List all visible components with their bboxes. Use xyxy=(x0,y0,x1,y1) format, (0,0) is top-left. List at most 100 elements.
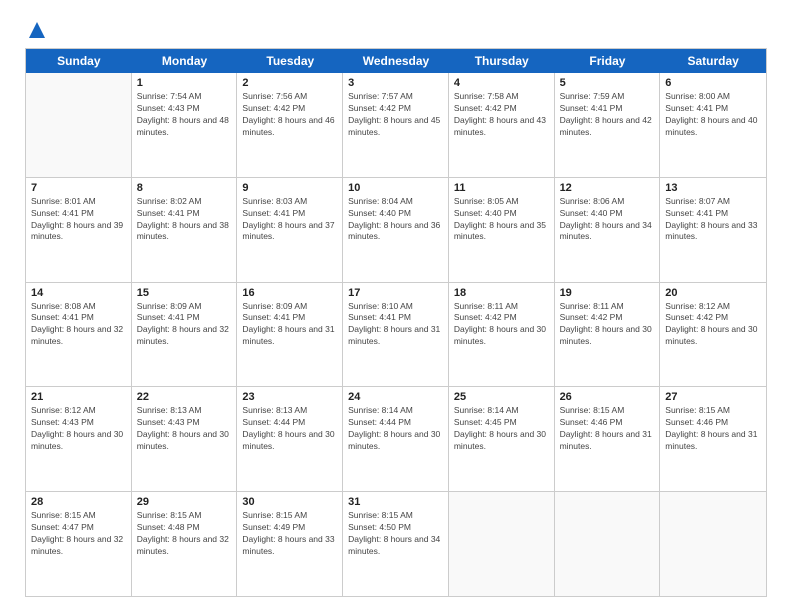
weekday-header: Friday xyxy=(555,49,661,73)
day-number: 23 xyxy=(242,391,337,403)
calendar-cell: 21 Sunrise: 8:12 AMSunset: 4:43 PMDayligh… xyxy=(26,387,132,491)
weekday-header: Tuesday xyxy=(237,49,343,73)
calendar-cell xyxy=(26,73,132,177)
calendar-page: SundayMondayTuesdayWednesdayThursdayFrid… xyxy=(0,0,792,612)
calendar-cell: 4Sunrise: 7:58 AMSunset: 4:42 PMDaylight… xyxy=(449,73,555,177)
day-info: Sunrise: 8:08 AMSunset: 4:41 PMDaylight:… xyxy=(31,301,126,349)
logo-icon xyxy=(27,20,47,40)
day-number: 18 xyxy=(454,287,549,299)
day-info: Sunrise: 7:54 AMSunset: 4:43 PMDaylight:… xyxy=(137,91,232,139)
calendar-cell: 25 Sunrise: 8:14 AMSunset: 4:45 PMDayligh… xyxy=(449,387,555,491)
day-info: Sunrise: 7:58 AMSunset: 4:42 PMDaylight:… xyxy=(454,91,549,139)
weekday-header: Saturday xyxy=(660,49,766,73)
day-info: Sunrise: 8:04 AMSunset: 4:40 PMDaylight:… xyxy=(348,196,443,244)
day-number: 3 xyxy=(348,77,443,89)
calendar-cell: 15 Sunrise: 8:09 AMSunset: 4:41 PMDayligh… xyxy=(132,283,238,387)
day-info: Sunrise: 8:12 AMSunset: 4:43 PMDaylight:… xyxy=(31,405,126,453)
day-number: 27 xyxy=(665,391,761,403)
calendar-cell: 20 Sunrise: 8:12 AMSunset: 4:42 PMDayligh… xyxy=(660,283,766,387)
calendar-cell xyxy=(660,492,766,596)
calendar-cell: 27 Sunrise: 8:15 AMSunset: 4:46 PMDayligh… xyxy=(660,387,766,491)
day-number: 19 xyxy=(560,287,655,299)
day-number: 10 xyxy=(348,182,443,194)
day-info: Sunrise: 7:59 AMSunset: 4:41 PMDaylight:… xyxy=(560,91,655,139)
calendar-cell: 3Sunrise: 7:57 AMSunset: 4:42 PMDaylight… xyxy=(343,73,449,177)
calendar-cell xyxy=(449,492,555,596)
day-number: 31 xyxy=(348,496,443,508)
day-info: Sunrise: 8:05 AMSunset: 4:40 PMDaylight:… xyxy=(454,196,549,244)
calendar-body: 1 Sunrise: 7:54 AMSunset: 4:43 PMDaylight… xyxy=(26,73,766,596)
day-number: 8 xyxy=(137,182,232,194)
day-info: Sunrise: 8:00 AMSunset: 4:41 PMDaylight:… xyxy=(665,91,761,139)
calendar-cell: 12Sunrise: 8:06 AMSunset: 4:40 PMDayligh… xyxy=(555,178,661,282)
calendar-cell: 31Sunrise: 8:15 AMSunset: 4:50 PMDayligh… xyxy=(343,492,449,596)
calendar-cell: 19 Sunrise: 8:11 AMSunset: 4:42 PMDayligh… xyxy=(555,283,661,387)
day-info: Sunrise: 8:15 AMSunset: 4:47 PMDaylight:… xyxy=(31,510,126,558)
calendar-row: 14 Sunrise: 8:08 AMSunset: 4:41 PMDayligh… xyxy=(26,283,766,388)
day-info: Sunrise: 8:15 AMSunset: 4:46 PMDaylight:… xyxy=(665,405,761,453)
calendar-cell: 28 Sunrise: 8:15 AMSunset: 4:47 PMDayligh… xyxy=(26,492,132,596)
day-info: Sunrise: 8:01 AMSunset: 4:41 PMDaylight:… xyxy=(31,196,126,244)
day-number: 21 xyxy=(31,391,126,403)
day-number: 5 xyxy=(560,77,655,89)
day-info: Sunrise: 8:02 AMSunset: 4:41 PMDaylight:… xyxy=(137,196,232,244)
calendar-cell: 30 Sunrise: 8:15 AMSunset: 4:49 PMDayligh… xyxy=(237,492,343,596)
calendar-row: 1 Sunrise: 7:54 AMSunset: 4:43 PMDaylight… xyxy=(26,73,766,178)
calendar-cell: 18 Sunrise: 8:11 AMSunset: 4:42 PMDayligh… xyxy=(449,283,555,387)
calendar-cell xyxy=(555,492,661,596)
calendar-row: 28 Sunrise: 8:15 AMSunset: 4:47 PMDayligh… xyxy=(26,492,766,596)
calendar-cell: 14 Sunrise: 8:08 AMSunset: 4:41 PMDayligh… xyxy=(26,283,132,387)
day-info: Sunrise: 8:10 AMSunset: 4:41 PMDaylight:… xyxy=(348,301,443,349)
day-info: Sunrise: 8:11 AMSunset: 4:42 PMDaylight:… xyxy=(560,301,655,349)
calendar-row: 7 Sunrise: 8:01 AMSunset: 4:41 PMDaylight… xyxy=(26,178,766,283)
day-number: 25 xyxy=(454,391,549,403)
calendar-cell: 11Sunrise: 8:05 AMSunset: 4:40 PMDayligh… xyxy=(449,178,555,282)
calendar-cell: 1 Sunrise: 7:54 AMSunset: 4:43 PMDaylight… xyxy=(132,73,238,177)
day-info: Sunrise: 8:15 AMSunset: 4:48 PMDaylight:… xyxy=(137,510,232,558)
day-number: 22 xyxy=(137,391,232,403)
day-info: Sunrise: 8:14 AMSunset: 4:44 PMDaylight:… xyxy=(348,405,443,453)
day-number: 14 xyxy=(31,287,126,299)
day-number: 1 xyxy=(137,77,232,89)
day-info: Sunrise: 8:11 AMSunset: 4:42 PMDaylight:… xyxy=(454,301,549,349)
calendar-cell: 7 Sunrise: 8:01 AMSunset: 4:41 PMDaylight… xyxy=(26,178,132,282)
day-info: Sunrise: 8:13 AMSunset: 4:44 PMDaylight:… xyxy=(242,405,337,453)
calendar-header: SundayMondayTuesdayWednesdayThursdayFrid… xyxy=(26,49,766,73)
day-number: 9 xyxy=(242,182,337,194)
day-info: Sunrise: 8:09 AMSunset: 4:41 PMDaylight:… xyxy=(242,301,337,349)
day-number: 15 xyxy=(137,287,232,299)
day-info: Sunrise: 8:03 AMSunset: 4:41 PMDaylight:… xyxy=(242,196,337,244)
day-number: 12 xyxy=(560,182,655,194)
calendar-cell: 9 Sunrise: 8:03 AMSunset: 4:41 PMDaylight… xyxy=(237,178,343,282)
header xyxy=(25,20,767,36)
calendar-cell: 22 Sunrise: 8:13 AMSunset: 4:43 PMDayligh… xyxy=(132,387,238,491)
calendar-cell: 23 Sunrise: 8:13 AMSunset: 4:44 PMDayligh… xyxy=(237,387,343,491)
day-number: 20 xyxy=(665,287,761,299)
day-info: Sunrise: 8:12 AMSunset: 4:42 PMDaylight:… xyxy=(665,301,761,349)
calendar-cell: 2Sunrise: 7:56 AMSunset: 4:42 PMDaylight… xyxy=(237,73,343,177)
day-info: Sunrise: 8:13 AMSunset: 4:43 PMDaylight:… xyxy=(137,405,232,453)
day-number: 26 xyxy=(560,391,655,403)
weekday-header: Wednesday xyxy=(343,49,449,73)
calendar: SundayMondayTuesdayWednesdayThursdayFrid… xyxy=(25,48,767,597)
logo xyxy=(25,20,47,36)
calendar-cell: 26 Sunrise: 8:15 AMSunset: 4:46 PMDayligh… xyxy=(555,387,661,491)
day-info: Sunrise: 8:15 AMSunset: 4:46 PMDaylight:… xyxy=(560,405,655,453)
day-number: 6 xyxy=(665,77,761,89)
calendar-row: 21 Sunrise: 8:12 AMSunset: 4:43 PMDayligh… xyxy=(26,387,766,492)
calendar-cell: 5 Sunrise: 7:59 AMSunset: 4:41 PMDaylight… xyxy=(555,73,661,177)
day-number: 28 xyxy=(31,496,126,508)
day-number: 30 xyxy=(242,496,337,508)
calendar-cell: 24 Sunrise: 8:14 AMSunset: 4:44 PMDayligh… xyxy=(343,387,449,491)
calendar-cell: 29Sunrise: 8:15 AMSunset: 4:48 PMDayligh… xyxy=(132,492,238,596)
day-info: Sunrise: 8:09 AMSunset: 4:41 PMDaylight:… xyxy=(137,301,232,349)
weekday-header: Sunday xyxy=(26,49,132,73)
day-info: Sunrise: 8:15 AMSunset: 4:49 PMDaylight:… xyxy=(242,510,337,558)
day-number: 24 xyxy=(348,391,443,403)
calendar-cell: 13Sunrise: 8:07 AMSunset: 4:41 PMDayligh… xyxy=(660,178,766,282)
day-info: Sunrise: 8:14 AMSunset: 4:45 PMDaylight:… xyxy=(454,405,549,453)
day-number: 7 xyxy=(31,182,126,194)
day-info: Sunrise: 8:07 AMSunset: 4:41 PMDaylight:… xyxy=(665,196,761,244)
day-number: 17 xyxy=(348,287,443,299)
calendar-cell: 6 Sunrise: 8:00 AMSunset: 4:41 PMDaylight… xyxy=(660,73,766,177)
